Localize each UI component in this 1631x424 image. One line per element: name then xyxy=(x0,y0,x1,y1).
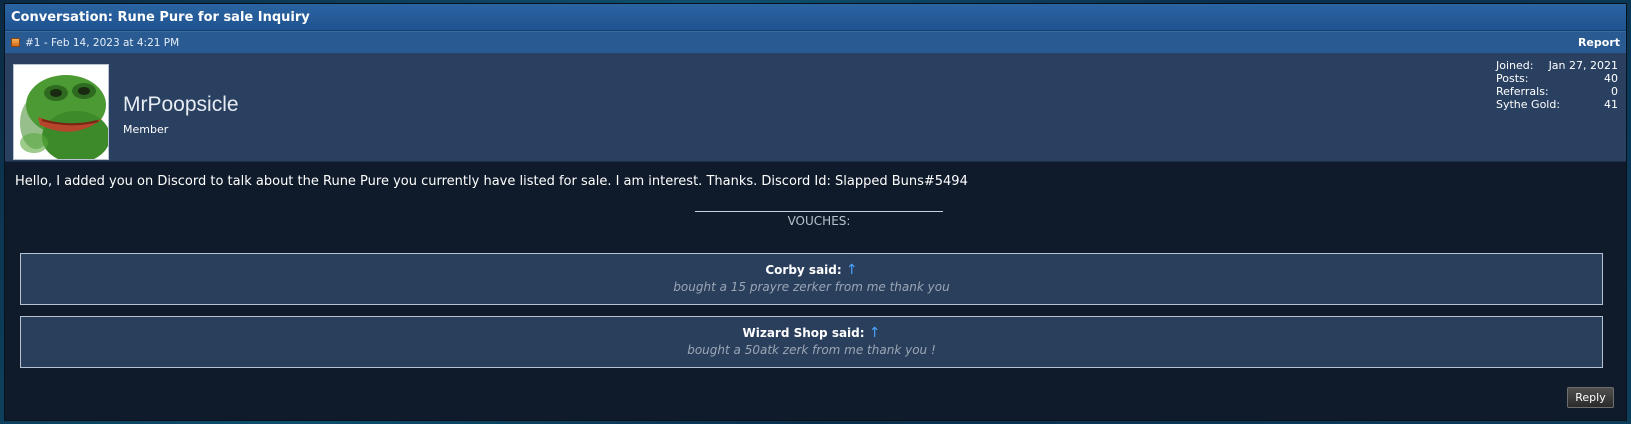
conversation-title: Conversation: Rune Pure for sale Inquiry xyxy=(5,4,1626,31)
post-message: Hello, I added you on Discord to talk ab… xyxy=(15,174,968,189)
vouch-text: bought a 50atk zerk from me thank you ! xyxy=(687,343,936,357)
conversation-panel: Conversation: Rune Pure for sale Inquiry… xyxy=(4,3,1627,421)
vouch-quote: Corby said: ↑ bought a 15 prayre zerker … xyxy=(20,253,1603,305)
vouch-header: Corby said: ↑ xyxy=(21,262,1602,278)
user-info-bar: MrPoopsicle Member Joined: Jan 27, 2021 … xyxy=(5,53,1626,162)
username[interactable]: MrPoopsicle xyxy=(123,93,239,117)
stat-referrals: Referrals: 0 xyxy=(1496,85,1618,98)
stat-label: Referrals: xyxy=(1496,85,1549,98)
up-arrow-icon[interactable]: ↑ xyxy=(846,262,858,278)
vouch-quote: Wizard Shop said: ↑ bought a 50atk zerk … xyxy=(20,316,1603,368)
stat-label: Sythe Gold: xyxy=(1496,98,1561,111)
stat-value: 41 xyxy=(1604,98,1618,111)
stat-label: Joined: xyxy=(1496,59,1534,72)
vouch-text: bought a 15 prayre zerker from me thank … xyxy=(673,280,950,294)
pepe-frog-avatar-icon[interactable] xyxy=(13,64,109,160)
stat-value: 0 xyxy=(1611,85,1618,98)
post-icon xyxy=(11,38,20,47)
vouches-heading: VOUCHES: xyxy=(787,214,851,228)
vouch-header: Wizard Shop said: ↑ xyxy=(21,325,1602,341)
user-title: Member xyxy=(123,123,169,136)
post-meta-bar: #1 - Feb 14, 2023 at 4:21 PM Report xyxy=(5,31,1626,53)
vouch-author: Corby said: xyxy=(765,263,842,277)
stat-sythe-gold: Sythe Gold: 41 xyxy=(1496,98,1618,111)
stat-label: Posts: xyxy=(1496,72,1529,85)
stat-posts: Posts: 40 xyxy=(1496,72,1618,85)
signature-divider xyxy=(695,211,943,212)
stat-value: Jan 27, 2021 xyxy=(1548,59,1618,72)
vouch-author: Wizard Shop said: xyxy=(742,326,865,340)
up-arrow-icon[interactable]: ↑ xyxy=(869,325,881,341)
report-link[interactable]: Report xyxy=(1578,36,1620,49)
post-number-date[interactable]: #1 - Feb 14, 2023 at 4:21 PM xyxy=(25,37,179,49)
user-stats: Joined: Jan 27, 2021 Posts: 40 Referrals… xyxy=(1496,59,1618,111)
stat-value: 40 xyxy=(1604,72,1618,85)
reply-button[interactable]: Reply xyxy=(1567,387,1614,408)
stat-joined: Joined: Jan 27, 2021 xyxy=(1496,59,1618,72)
